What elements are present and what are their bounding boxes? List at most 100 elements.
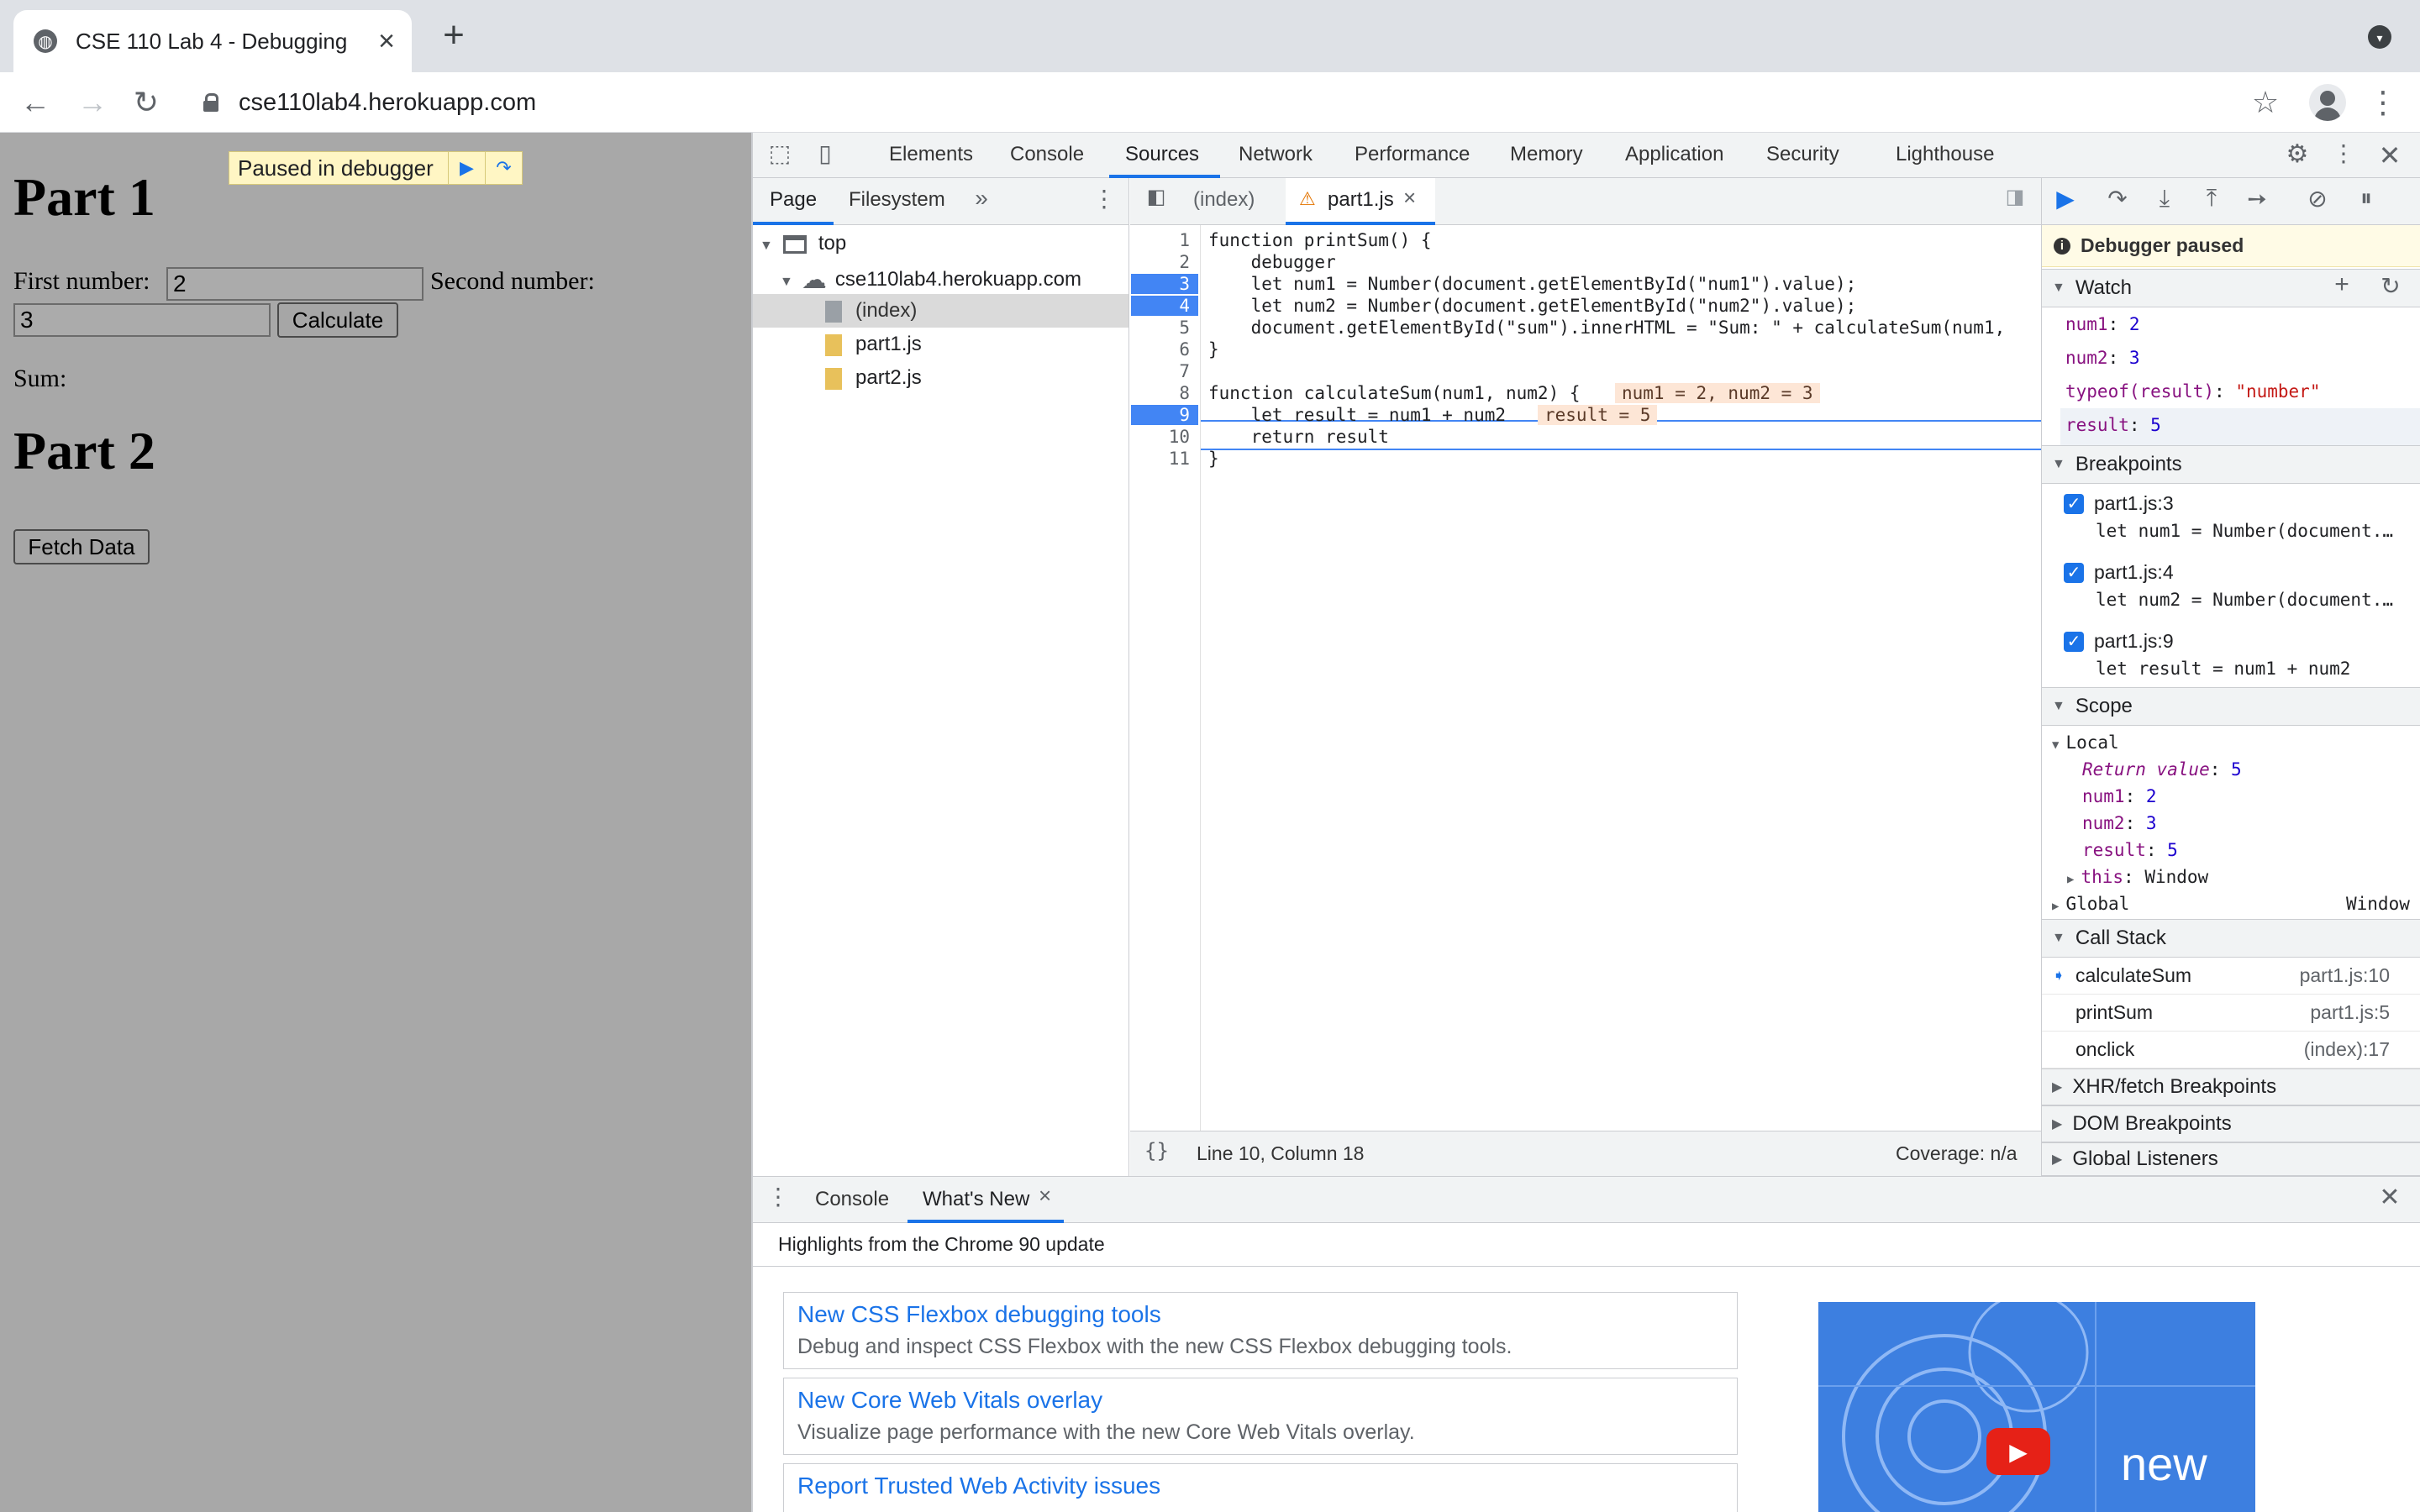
scope-global[interactable]: ▶ Global	[2052, 894, 2129, 914]
line-number[interactable]: 11	[1131, 449, 1198, 469]
code-line-2[interactable]: debugger	[1208, 252, 1336, 272]
code-line-3[interactable]: let num1 = Number(document.getElementByI…	[1208, 274, 1857, 294]
whats-new-card[interactable]: New CSS Flexbox debugging tools Debug an…	[783, 1292, 1738, 1369]
tree-item-top[interactable]: ▼ top	[760, 232, 846, 255]
scope-return-value[interactable]: Return value: 5	[2082, 759, 2242, 780]
close-drawer-icon[interactable]: ✕	[2375, 1183, 2405, 1213]
line-number[interactable]: 1	[1131, 230, 1198, 250]
refresh-watch-icon[interactable]: ↻	[2378, 272, 2403, 306]
tab-search-icon[interactable]: ▾	[2368, 25, 2391, 49]
scope-var[interactable]: num2: 3	[2082, 813, 2157, 833]
browser-tab[interactable]: ◍ CSE 110 Lab 4 - Debugging ×	[13, 10, 412, 72]
breakpoint-location[interactable]: part1.js:9	[2094, 630, 2174, 653]
code-line-5[interactable]: document.getElementById("sum").innerHTML…	[1208, 318, 2006, 338]
tree-item-part1[interactable]: part1.js	[825, 333, 922, 356]
scope-var[interactable]: num1: 2	[2082, 786, 2157, 806]
card-title[interactable]: New Core Web Vitals overlay	[797, 1387, 1102, 1414]
tree-item-domain[interactable]: ▼ ☁ cse110lab4.herokuapp.com	[780, 265, 1081, 295]
browser-menu-icon[interactable]: ⋮	[2368, 81, 2398, 124]
code-line-4[interactable]: let num2 = Number(document.getElementByI…	[1208, 296, 1857, 316]
deactivate-breakpoints-icon[interactable]: ⊘	[2302, 185, 2333, 215]
fetch-data-button[interactable]: Fetch Data	[13, 529, 150, 564]
whats-new-card[interactable]: Report Trusted Web Activity issues	[783, 1463, 1738, 1512]
toggle-debugger-icon[interactable]: ◨	[2000, 185, 2030, 215]
code-line-6[interactable]: }	[1208, 339, 1219, 360]
navigator-tab-filesystem[interactable]: Filesystem	[849, 188, 945, 212]
line-number[interactable]: 7	[1131, 361, 1198, 381]
tab-network[interactable]: Network	[1239, 143, 1313, 166]
editor-tab-part1[interactable]: part1.js	[1328, 188, 1394, 212]
navigator-menu-icon[interactable]: ⋮	[1092, 185, 1116, 215]
whats-new-card[interactable]: New Core Web Vitals overlay Visualize pa…	[783, 1378, 1738, 1455]
card-title[interactable]: New CSS Flexbox debugging tools	[797, 1301, 1161, 1328]
tab-security[interactable]: Security	[1766, 143, 1839, 166]
code-line-8[interactable]: function calculateSum(num1, num2) {	[1208, 383, 1581, 403]
calculate-button[interactable]: Calculate	[277, 302, 398, 338]
tree-item-index[interactable]: (index)	[825, 299, 917, 323]
scope-section-header[interactable]: ▼ Scope	[2042, 687, 2420, 726]
tab-lighthouse[interactable]: Lighthouse	[1896, 143, 1994, 166]
new-tab-button[interactable]: +	[435, 17, 472, 54]
forward-icon[interactable]: →	[71, 81, 114, 124]
settings-gear-icon[interactable]: ⚙	[2282, 139, 2312, 170]
step-out-icon[interactable]: ⤒	[2196, 185, 2227, 215]
back-icon[interactable]: ←	[13, 81, 57, 124]
breakpoint-checkbox[interactable]: ✓	[2064, 563, 2084, 583]
breakpoint-checkbox[interactable]: ✓	[2064, 494, 2084, 514]
close-drawer-tab-icon[interactable]: ×	[1039, 1183, 1051, 1209]
bookmark-star-icon[interactable]: ☆	[2244, 81, 2287, 124]
profile-avatar[interactable]	[2309, 84, 2346, 121]
resume-icon[interactable]: ▶	[448, 152, 485, 184]
line-number[interactable]: 8	[1131, 383, 1198, 403]
card-title[interactable]: Report Trusted Web Activity issues	[797, 1473, 1160, 1499]
youtube-play-icon[interactable]: ▶	[1986, 1428, 2050, 1475]
line-number[interactable]: 6	[1131, 339, 1198, 360]
step-into-icon[interactable]: ⤓	[2149, 185, 2180, 215]
scope-var[interactable]: result: 5	[2082, 840, 2178, 860]
device-toolbar-icon[interactable]: ▯	[810, 139, 840, 170]
breakpoint-marker[interactable]: 3	[1131, 274, 1198, 294]
watch-section-header[interactable]: ▼ Watch	[2042, 269, 2420, 307]
scope-this[interactable]: ▶ this: Window	[2067, 867, 2208, 887]
watch-item[interactable]: num1: 2	[2065, 314, 2140, 334]
drawer-tab-console[interactable]: Console	[815, 1188, 889, 1211]
step-icon[interactable]: ➙	[2242, 185, 2272, 215]
callstack-frame[interactable]: printSum part1.js:5	[2042, 995, 2420, 1032]
drawer-menu-icon[interactable]: ⋮	[766, 1183, 790, 1213]
tab-elements[interactable]: Elements	[889, 143, 973, 166]
whats-new-video-thumbnail[interactable]: ▶ new	[1818, 1302, 2255, 1512]
reload-icon[interactable]: ↻	[124, 81, 168, 124]
callstack-frame[interactable]: ➧ calculateSum part1.js:10	[2042, 958, 2420, 995]
address-bar[interactable]: cse110lab4.herokuapp.com	[185, 81, 2269, 124]
callstack-section-header[interactable]: ▼ Call Stack	[2042, 919, 2420, 958]
toggle-navigator-icon[interactable]: ◧	[1141, 185, 1171, 215]
breakpoints-section-header[interactable]: ▼ Breakpoints	[2042, 445, 2420, 484]
step-over-icon[interactable]: ↷	[2101, 185, 2134, 215]
xhr-breakpoints-header[interactable]: ▶ XHR/fetch Breakpoints	[2042, 1068, 2420, 1105]
code-line-10[interactable]: return result	[1208, 427, 1389, 447]
inspect-element-icon[interactable]: ⬚	[765, 139, 795, 170]
breakpoint-location[interactable]: part1.js:4	[2094, 561, 2174, 584]
more-tabs-icon[interactable]: »	[966, 185, 997, 215]
line-number[interactable]: 10	[1131, 427, 1198, 447]
breakpoint-marker[interactable]: 4	[1131, 296, 1198, 316]
close-tab-icon[interactable]: ×	[370, 25, 403, 58]
first-number-input[interactable]	[166, 267, 424, 301]
tab-performance[interactable]: Performance	[1355, 143, 1470, 166]
watch-item[interactable]: num2: 3	[2065, 348, 2140, 368]
pause-on-exceptions-icon[interactable]: ⏸	[2351, 185, 2381, 215]
close-editor-tab-icon[interactable]: ×	[1403, 185, 1416, 211]
code-line-9[interactable]: let result = num1 + num2	[1208, 405, 1506, 425]
scope-local[interactable]: ▼ Local	[2052, 732, 2119, 753]
resume-icon[interactable]: ▶	[2049, 185, 2082, 215]
tab-application[interactable]: Application	[1625, 143, 1723, 166]
pretty-print-icon[interactable]: {}	[1144, 1139, 1169, 1163]
tab-sources[interactable]: Sources	[1125, 143, 1199, 166]
drawer-tab-whats-new[interactable]: What's New	[923, 1188, 1029, 1211]
add-watch-icon[interactable]: +	[2329, 270, 2354, 304]
second-number-input[interactable]	[13, 303, 271, 337]
navigator-tab-page[interactable]: Page	[770, 188, 817, 212]
watch-item[interactable]: result: 5	[2065, 415, 2161, 435]
line-number[interactable]: 2	[1131, 252, 1198, 272]
breakpoint-marker[interactable]: 9	[1131, 405, 1198, 425]
